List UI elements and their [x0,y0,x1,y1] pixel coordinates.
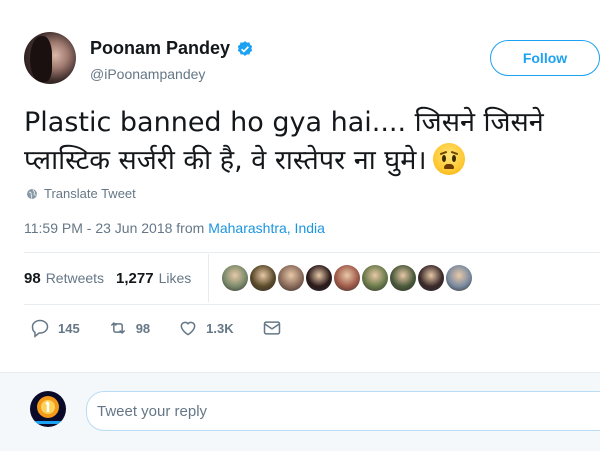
liker-avatar[interactable] [278,265,304,291]
liker-avatar[interactable] [222,265,248,291]
liker-avatar[interactable] [446,265,472,291]
retweets-label: Retweets [45,270,105,286]
location-link[interactable]: Maharashtra, India [208,220,325,236]
retweet-count: 98 [135,320,151,336]
current-user-avatar[interactable] [30,391,66,427]
reply-count: 145 [58,320,80,336]
retweets-count: 98 [24,269,41,287]
heart-icon [180,321,196,336]
liker-avatar[interactable] [418,265,444,291]
likes-label: Likes [158,270,192,286]
tweet-header: Poonam Pandey @iPoonampandey Follow [24,32,600,92]
likes-stat[interactable]: 1,277 Likes [116,270,191,287]
reply-icon [31,319,49,338]
user-handle[interactable]: @iPoonampandey [90,66,205,82]
tweet-timestamp: 11:59 PM - 23 Jun 2018 from Maharashtra,… [24,220,325,236]
verified-badge-icon [237,40,253,56]
likes-count: 1,277 [116,269,154,287]
follow-button[interactable]: Follow [490,40,600,76]
tweet-actions: 145 98 1.3K [30,318,310,338]
reply-action[interactable]: 145 [30,318,80,338]
direct-message-action[interactable] [262,318,282,338]
divider [24,304,600,305]
reply-composer [0,372,600,451]
tweet-text: Plastic banned ho gya hai.... जिसने जिसन… [24,104,584,180]
tweet-text-content: Plastic banned ho gya hai.... जिसने जिसन… [24,107,544,176]
envelope-icon [263,321,280,335]
retweet-icon [110,321,125,335]
translate-label[interactable]: Translate Tweet [44,186,136,201]
like-count: 1.3K [206,320,234,336]
like-action[interactable]: 1.3K [178,318,234,338]
divider [24,252,600,253]
liker-avatar[interactable] [250,265,276,291]
tweet-stats: 98 Retweets 1,277 Likes [24,262,203,294]
timestamp-time[interactable]: 11:59 PM - 23 Jun 2018 from [24,220,208,236]
globe-icon [27,188,37,199]
translate-tweet[interactable]: Translate Tweet [26,186,136,201]
anxious-face-emoji-icon [432,143,465,175]
display-name[interactable]: Poonam Pandey [90,38,230,59]
retweet-action[interactable]: 98 [108,318,150,338]
liker-avatar[interactable] [306,265,332,291]
retweets-stat[interactable]: 98 Retweets [24,270,104,287]
liker-avatar[interactable] [334,265,360,291]
name-row: Poonam Pandey [90,38,254,59]
liker-avatar[interactable] [390,265,416,291]
liker-avatars [222,265,472,291]
stats-divider [208,254,209,302]
user-avatar[interactable] [24,32,76,84]
sunburst-logo-icon [34,396,62,424]
liker-avatar[interactable] [362,265,388,291]
reply-input[interactable] [86,391,600,431]
